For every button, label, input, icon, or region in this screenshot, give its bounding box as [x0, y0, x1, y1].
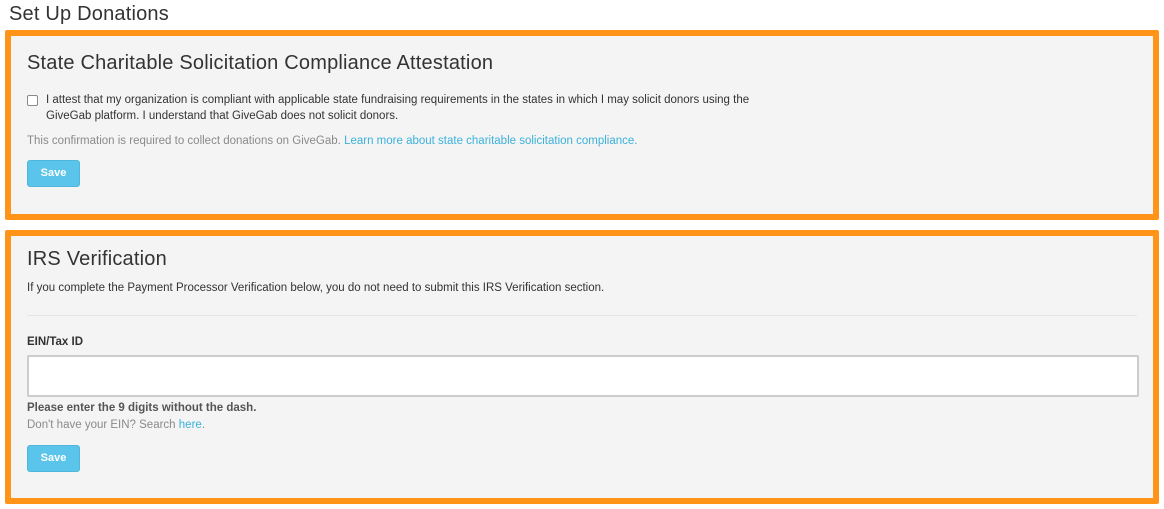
attestation-save-button[interactable]: Save: [27, 160, 80, 187]
attestation-checkbox-label[interactable]: I attest that my organization is complia…: [46, 92, 767, 124]
attestation-confirmation-text: This confirmation is required to collect…: [27, 135, 345, 147]
ein-help-suffix: .: [201, 419, 206, 431]
ein-help-line: Don't have your EIN? Search here.: [27, 419, 205, 431]
irs-save-button[interactable]: Save: [27, 445, 80, 472]
ein-input[interactable]: [27, 355, 1139, 397]
attestation-checkbox-row[interactable]: I attest that my organization is complia…: [27, 92, 767, 124]
ein-help-text: Don't have your EIN? Search: [27, 419, 179, 431]
ein-field-label: EIN/Tax ID: [27, 336, 84, 348]
ein-hint: Please enter the 9 digits without the da…: [27, 402, 257, 414]
ein-search-link[interactable]: here: [179, 419, 202, 431]
page-title: Set Up Donations: [9, 3, 169, 25]
irs-verification-panel: IRS Verification If you complete the Pay…: [5, 230, 1159, 504]
attestation-confirmation-line: This confirmation is required to collect…: [27, 135, 637, 147]
irs-intro-text: If you complete the Payment Processor Ve…: [27, 282, 605, 294]
attestation-checkbox[interactable]: [27, 95, 38, 106]
attestation-panel: State Charitable Solicitation Compliance…: [5, 30, 1159, 220]
attestation-heading: State Charitable Solicitation Compliance…: [27, 52, 494, 74]
irs-heading: IRS Verification: [27, 248, 167, 270]
learn-more-compliance-link[interactable]: Learn more about state charitable solici…: [344, 135, 637, 147]
section-divider: [27, 315, 1137, 316]
